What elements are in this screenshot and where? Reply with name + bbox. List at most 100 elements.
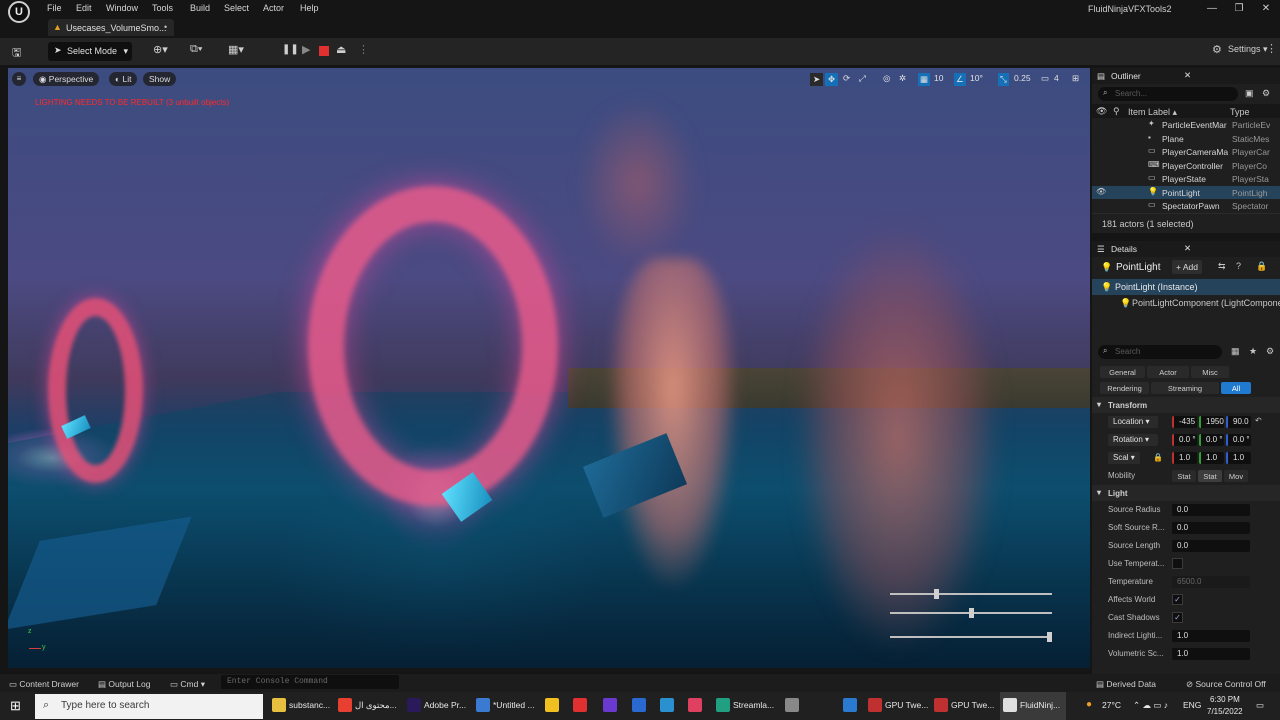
content-drawer-button[interactable]: ▭ Content Drawer [9,679,79,690]
slider-knob-2[interactable] [968,608,974,618]
surface-snap-icon[interactable]: ✲ [899,73,906,84]
outliner-row[interactable]: ⌨ PlayerController PlayerCo [1092,159,1280,173]
details-close-icon[interactable]: ✕ [1184,243,1191,254]
pause-icon[interactable]: ❚❚ [282,44,299,55]
rotation-snap-value[interactable]: 10° [970,73,983,83]
more-options-icon[interactable]: ⋮ [358,43,369,56]
cmd-dropdown[interactable]: ▭ Cmd ▾ [170,679,205,690]
scale-lock-icon[interactable]: 🔒 [1153,453,1163,462]
taskbar-app-label[interactable]: *Untitled ... [493,700,535,710]
menu-edit[interactable]: Edit [76,3,92,13]
blueprint-icon[interactable]: ⧉▾ [190,43,202,56]
slider-knob-3[interactable] [1047,632,1052,642]
select-mode-dropdown[interactable]: ➤ Select Mode ▾ [48,42,132,61]
taskbar-app-label[interactable]: substanc... [289,700,330,710]
blueprint-convert-icon[interactable]: ⇆ [1218,261,1226,272]
menu-build[interactable]: Build [190,3,210,13]
tab-close-icon[interactable]: • [164,22,167,32]
taskbar-app-label[interactable]: محتوى ال... [355,700,397,711]
menu-actor[interactable]: Actor [263,3,284,13]
layout-icon[interactable]: ⊞ [1072,73,1079,84]
clock-date[interactable]: 7/15/2022 [1207,707,1243,716]
details-settings-icon[interactable]: ⚙ [1266,346,1274,357]
menu-help[interactable]: Help [300,3,319,13]
file-explorer-icon[interactable] [545,698,559,712]
camera-speed-value[interactable]: 4 [1054,73,1059,83]
close-button[interactable]: ✕ [1257,3,1275,14]
component-row[interactable]: 💡 PointLightComponent (LightCompone [1092,295,1280,311]
rotation-snap-icon[interactable]: ∠ [954,73,966,86]
slider-knob-1[interactable] [933,589,939,599]
scale-dropdown[interactable]: Scal ▾ [1108,451,1140,464]
weather-temp[interactable]: 27°C [1102,700,1121,710]
windows-start-icon[interactable]: ⊞ [10,698,21,714]
slider-track-3[interactable] [890,636,1052,638]
world-icon[interactable]: ◎ [883,73,890,84]
save-icon[interactable]: 🖫 [12,44,21,63]
rotate-tool-icon[interactable]: ⟳ [843,73,850,84]
transform-section-header[interactable]: ▾ Transform [1092,396,1280,413]
taskbar-app-icon[interactable] [407,698,421,712]
details-search-input[interactable]: ⌕ Search [1098,344,1222,359]
taskbar-app-icon[interactable] [338,698,352,712]
property-value[interactable]: 1.0 [1172,629,1250,642]
location-z[interactable]: 90.0 [1226,415,1251,428]
property-value[interactable]: 1.0 [1172,647,1250,660]
edge-icon[interactable] [660,698,674,712]
property-checkbox[interactable]: ✓ [1172,593,1183,605]
property-value[interactable]: 6500.0 [1172,575,1250,588]
taskbar-app-icon[interactable] [1003,698,1017,712]
mobility-static[interactable]: Stat [1172,469,1196,482]
scale-y[interactable]: 1.0 [1199,451,1224,464]
table-view-icon[interactable]: ▦ [1231,346,1240,357]
rotation-y[interactable]: 0.0 ° [1199,433,1224,446]
location-dropdown[interactable]: Location ▾ [1108,415,1158,428]
lock-icon[interactable]: 🔒 [1256,261,1267,272]
folder-icon[interactable]: ▣ [1245,88,1254,99]
settings-button[interactable]: Settings ▾ [1228,44,1268,55]
outliner-row[interactable]: ▭ PlayerCameraMa PlayerCar [1092,145,1280,159]
filter-streaming[interactable]: Streaming [1151,381,1219,394]
tray-icons[interactable]: ⌃ ☁ ▭ ♪ [1133,700,1168,711]
add-component-button[interactable]: + Add [1172,259,1202,274]
outliner-row[interactable]: ✦ ParticleEventMar ParticleEv [1092,118,1280,132]
light-section-header[interactable]: ▾ Light [1092,484,1280,501]
cinematics-icon[interactable]: ▦▾ [228,43,244,56]
scale-snap-value[interactable]: 0.25 [1014,73,1031,83]
select-tool-icon[interactable]: ➤ [810,73,824,86]
menu-file[interactable]: File [47,3,62,13]
menu-select[interactable]: Select [224,3,249,13]
translate-tool-icon[interactable]: ✥ [825,73,839,86]
grid-snap-icon[interactable]: ▦ [918,73,931,86]
app-icon[interactable] [688,698,702,712]
eject-icon[interactable]: ⏏ [336,43,346,56]
taskbar-app-label[interactable]: FluidNinj... [1020,700,1060,710]
taskbar-app-icon[interactable] [934,698,948,712]
scale-z[interactable]: 1.0 [1226,451,1251,464]
visibility-icon[interactable]: 👁 [1096,106,1107,117]
menu-window[interactable]: Window [106,3,138,13]
taskbar-app-icon[interactable] [476,698,490,712]
taskbar-search-input[interactable]: ⌕ Type here to search [35,694,263,719]
outliner-row[interactable]: 👁 💡 PointLight PointLigh [1092,185,1280,199]
clock-time[interactable]: 6:30 PM [1210,695,1240,704]
pdf-icon[interactable] [573,698,587,712]
scale-x[interactable]: 1.0 [1172,451,1197,464]
output-log-button[interactable]: ▤ Output Log [98,679,150,690]
pin-icon[interactable]: ⚲ [1113,106,1120,117]
filter-general[interactable]: General [1100,365,1145,378]
property-value[interactable]: 0.0 [1172,521,1250,534]
outliner-row[interactable]: ▭ PlayerState PlayerSta [1092,172,1280,186]
slider-track-1[interactable] [890,593,1052,595]
stop-icon[interactable] [319,46,329,56]
language-indicator[interactable]: ENG [1183,700,1201,710]
instance-row[interactable]: 💡 PointLight (Instance) [1092,278,1280,295]
outliner-row[interactable]: ▭ SpectatorPawn Spectator [1092,199,1280,213]
mobility-movable[interactable]: Mov [1224,469,1248,482]
outliner-search-input[interactable]: ⌕ Search... [1098,87,1238,101]
level-tab[interactable]: ▲ Usecases_VolumeSmo... • [48,19,174,36]
filter-actor[interactable]: Actor [1147,365,1189,378]
camera-speed-icon[interactable]: ▭ [1041,73,1049,84]
derived-data-button[interactable]: ▤ Derived Data [1096,679,1156,690]
filter-all[interactable]: All [1221,381,1251,394]
